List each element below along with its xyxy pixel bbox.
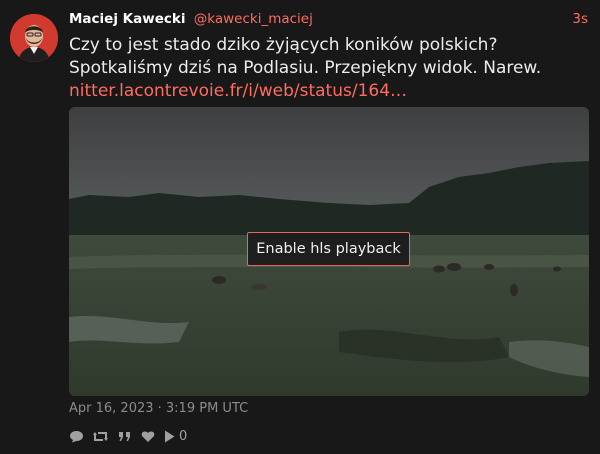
author-name[interactable]: Maciej Kawecki [69, 11, 185, 27]
tweet-stats: 0 [69, 427, 187, 445]
tweet-link[interactable]: nitter.lacontrevoie.fr/i/web/status/164… [69, 81, 407, 101]
tweet-content: Czy to jest stado dziko żyjących koników… [69, 34, 594, 103]
quote-icon[interactable] [118, 430, 132, 443]
tweet-text: Czy to jest stado dziko żyjących koników… [69, 35, 542, 78]
tweet-date[interactable]: Apr 16, 2023 · 3:19 PM UTC [69, 401, 248, 416]
tweet-header: Maciej Kawecki @kawecki_maciej 3s [69, 11, 588, 31]
video-player[interactable]: Enable hls playback [69, 107, 589, 396]
comment-icon[interactable] [69, 430, 84, 443]
tweet-timestamp[interactable]: 3s [572, 11, 588, 27]
author-handle[interactable]: @kawecki_maciej [194, 11, 313, 27]
enable-hls-button[interactable]: Enable hls playback [247, 232, 410, 266]
play-count: 0 [179, 428, 188, 444]
retweet-icon[interactable] [93, 430, 109, 443]
play-icon[interactable] [164, 430, 175, 443]
avatar-image [10, 14, 58, 62]
heart-icon[interactable] [141, 430, 155, 443]
avatar[interactable] [10, 14, 58, 62]
